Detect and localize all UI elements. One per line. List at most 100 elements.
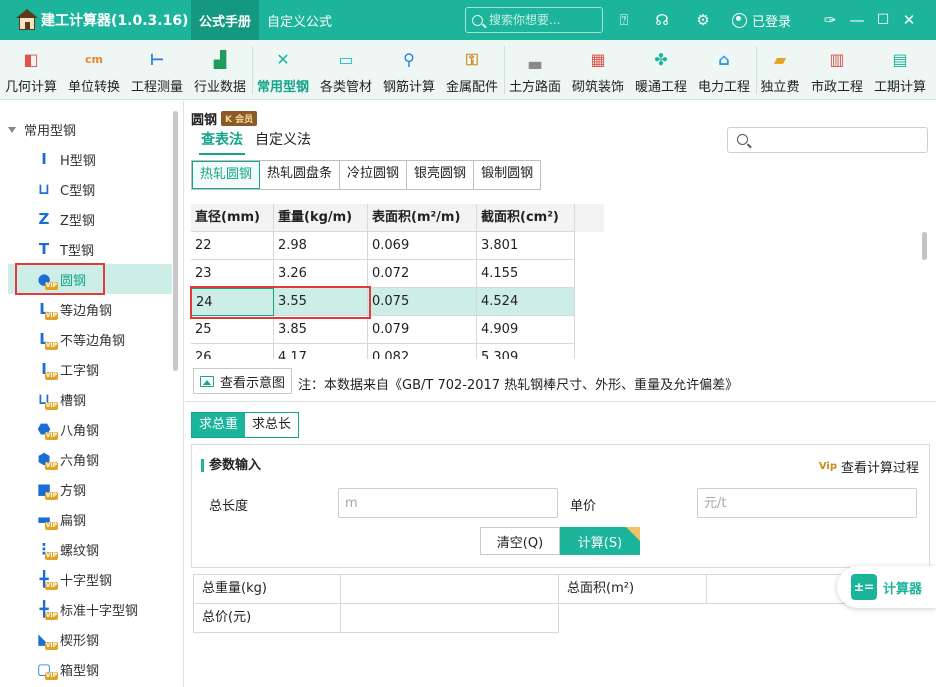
sidebar-item-13[interactable]: ⋮ VIP 螺纹钢	[8, 534, 172, 564]
table-cell[interactable]: 4.155	[477, 260, 575, 288]
sidebar-item-5[interactable]: L VIP 等边角钢	[8, 294, 172, 324]
length-input[interactable]	[338, 488, 558, 518]
table-cell[interactable]: 3.85	[274, 316, 368, 344]
table-row[interactable]: 23 3.26 0.072 4.155	[191, 260, 575, 288]
table-cell[interactable]: 0.075	[368, 288, 477, 316]
tab-lookup[interactable]: 查表法	[199, 129, 245, 155]
tab-custom-method[interactable]: 自定义法	[253, 129, 313, 155]
clear-button[interactable]: 清空(Q)	[480, 527, 560, 555]
table-cell[interactable]: 22	[191, 232, 274, 260]
headset-icon[interactable]: ☊	[652, 10, 672, 30]
table-cell[interactable]: 0.072	[368, 260, 477, 288]
main-search-input[interactable]	[727, 127, 928, 153]
ribbon-item-0[interactable]: ◧ 几何计算	[0, 40, 63, 100]
sidebar-item-17[interactable]: ▢ VIP 箱型钢	[8, 654, 172, 684]
table-cell[interactable]: 3.801	[477, 232, 575, 260]
table-cell[interactable]: 0.079	[368, 316, 477, 344]
ribbon-item-label: 工期计算	[873, 80, 926, 95]
price-input[interactable]	[697, 488, 917, 518]
sidebar-item-6[interactable]: L VIP 不等边角钢	[8, 324, 172, 354]
sub-tab-2[interactable]: 冷拉圆钢	[340, 161, 408, 189]
sidebar-item-9[interactable]: ⬣ VIP 八角钢	[8, 414, 172, 444]
ribbon-item-3[interactable]: ▟ 行业数据	[188, 40, 252, 100]
table-cell[interactable]: 2.98	[274, 232, 368, 260]
ribbon-item-6[interactable]: ⚲ 钢筋计算	[377, 40, 441, 100]
table-scrollbar[interactable]	[922, 232, 927, 260]
feedback-icon[interactable]: ⍰	[614, 10, 634, 30]
sidebar-item-11[interactable]: ■ VIP 方钢	[8, 474, 172, 504]
table-cell[interactable]: 26	[191, 344, 274, 359]
ribbon-item-12[interactable]: ▰ 独立费	[748, 40, 812, 100]
vip-mark-icon: VIP	[44, 312, 58, 320]
sidebar-scrollbar[interactable]	[173, 111, 178, 371]
tab-total-length[interactable]: 求总长	[245, 413, 299, 437]
table-cell[interactable]: 25	[191, 316, 274, 344]
table-row[interactable]: 25 3.85 0.079 4.909	[191, 316, 575, 344]
ribbon-item-4[interactable]: ✕ 常用型钢	[251, 40, 315, 100]
table-cell[interactable]: 0.082	[368, 344, 477, 359]
pin-icon[interactable]: ✑	[820, 10, 840, 30]
vip-mark-icon: VIP	[44, 522, 58, 530]
tree-root-steel[interactable]: 常用型钢	[8, 120, 76, 139]
table-cell[interactable]: 0.069	[368, 232, 477, 260]
calculate-button[interactable]: 计算(S)	[560, 527, 640, 555]
sidebar-item-7[interactable]: I VIP 工字钢	[8, 354, 172, 384]
octagon-bar-icon: ⬣ VIP	[37, 420, 58, 440]
sub-tab-4[interactable]: 锻制圆钢	[474, 161, 540, 189]
title-bar: 建工计算器(1.0.3.16) 公式手册 自定义公式 ⍰ ☊ ⚙ 已登录 ✑ —…	[0, 0, 936, 40]
ribbon-item-10[interactable]: ✤ 暖通工程	[629, 40, 693, 100]
table-row[interactable]: 26 4.17 0.082 5.309	[191, 344, 575, 359]
ribbon-item-9[interactable]: ▦ 砌筑装饰	[566, 40, 630, 100]
c-channel-icon: ⊔	[38, 180, 50, 198]
sidebar-item-3[interactable]: T T型钢	[8, 234, 172, 264]
sidebar-item-label: Z型钢	[60, 213, 95, 229]
ribbon-item-5[interactable]: ▭ 各类管材	[314, 40, 378, 100]
table-header-cell: 表面积(m²/m)	[368, 204, 477, 232]
ribbon-item-2[interactable]: ⊢ 工程测量	[125, 40, 189, 100]
view-diagram-button[interactable]: 查看示意图	[193, 368, 293, 394]
sidebar-item-label: 方钢	[60, 483, 87, 499]
sidebar-item-0[interactable]: I H型钢	[8, 144, 172, 174]
ribbon-item-7[interactable]: ⚿ 金属配件	[440, 40, 504, 100]
image-icon	[200, 375, 214, 387]
global-search-input[interactable]	[489, 13, 599, 27]
minimize-icon[interactable]: —	[847, 10, 867, 30]
tab-total-weight[interactable]: 求总重	[192, 413, 246, 437]
ribbon-item-8[interactable]: ▃ 土方路面	[503, 40, 567, 100]
close-icon[interactable]: ✕	[899, 10, 919, 30]
ribbon-item-14[interactable]: ▤ 工期计算	[868, 40, 932, 100]
ribbon-item-label: 电力工程	[697, 80, 750, 95]
table-row[interactable]: 22 2.98 0.069 3.801	[191, 232, 575, 260]
table-cell[interactable]: 4.17	[274, 344, 368, 359]
table-cell[interactable]: 23	[191, 260, 274, 288]
ribbon-item-13[interactable]: ▥ 市政工程	[805, 40, 869, 100]
tab-custom-formula[interactable]: 自定义公式	[259, 0, 340, 40]
sidebar-item-16[interactable]: ◣ VIP 楔形钢	[8, 624, 172, 654]
floating-calculator-button[interactable]: ±= 计算器	[837, 566, 936, 608]
table-cell[interactable]: 4.909	[477, 316, 575, 344]
table-cell[interactable]: 4.524	[477, 288, 575, 316]
table-cell[interactable]: 3.26	[274, 260, 368, 288]
table-cell[interactable]: 5.309	[477, 344, 575, 359]
gear-icon[interactable]: ⚙	[693, 10, 713, 30]
sidebar-item-14[interactable]: ╋ VIP 十字型钢	[8, 564, 172, 594]
sidebar-item-8[interactable]: ⊔ VIP 槽钢	[8, 384, 172, 414]
tab-formula-manual[interactable]: 公式手册	[191, 0, 260, 40]
sub-tab-3[interactable]: 银亮圆钢	[407, 161, 475, 189]
sidebar-item-1[interactable]: ⊔ C型钢	[8, 174, 172, 204]
sidebar-item-10[interactable]: ⬢ VIP 六角钢	[8, 444, 172, 474]
view-calc-process-link[interactable]: Vip 查看计算过程	[819, 457, 919, 476]
vip-mark-icon: VIP	[44, 342, 58, 350]
ribbon-item-1[interactable]: cm 单位转换	[62, 40, 126, 100]
sub-tab-0[interactable]: 热轧圆钢	[192, 161, 261, 189]
sidebar-item-15[interactable]: ╋ VIP 标准十字型钢	[8, 594, 172, 624]
sub-tab-1[interactable]: 热轧圆盘条	[260, 161, 341, 189]
sidebar-item-12[interactable]: ▬ VIP 扁钢	[8, 504, 172, 534]
ribbon-item-11[interactable]: ⌂ 电力工程	[692, 40, 756, 100]
sidebar-item-2[interactable]: Z Z型钢	[8, 204, 172, 234]
maximize-icon[interactable]: ☐	[873, 10, 893, 30]
ribbon-item-label: 土方路面	[508, 80, 561, 95]
global-search[interactable]	[465, 7, 603, 33]
metal-part-icon: ⚿	[465, 50, 479, 69]
login-status[interactable]: 已登录	[732, 10, 791, 30]
